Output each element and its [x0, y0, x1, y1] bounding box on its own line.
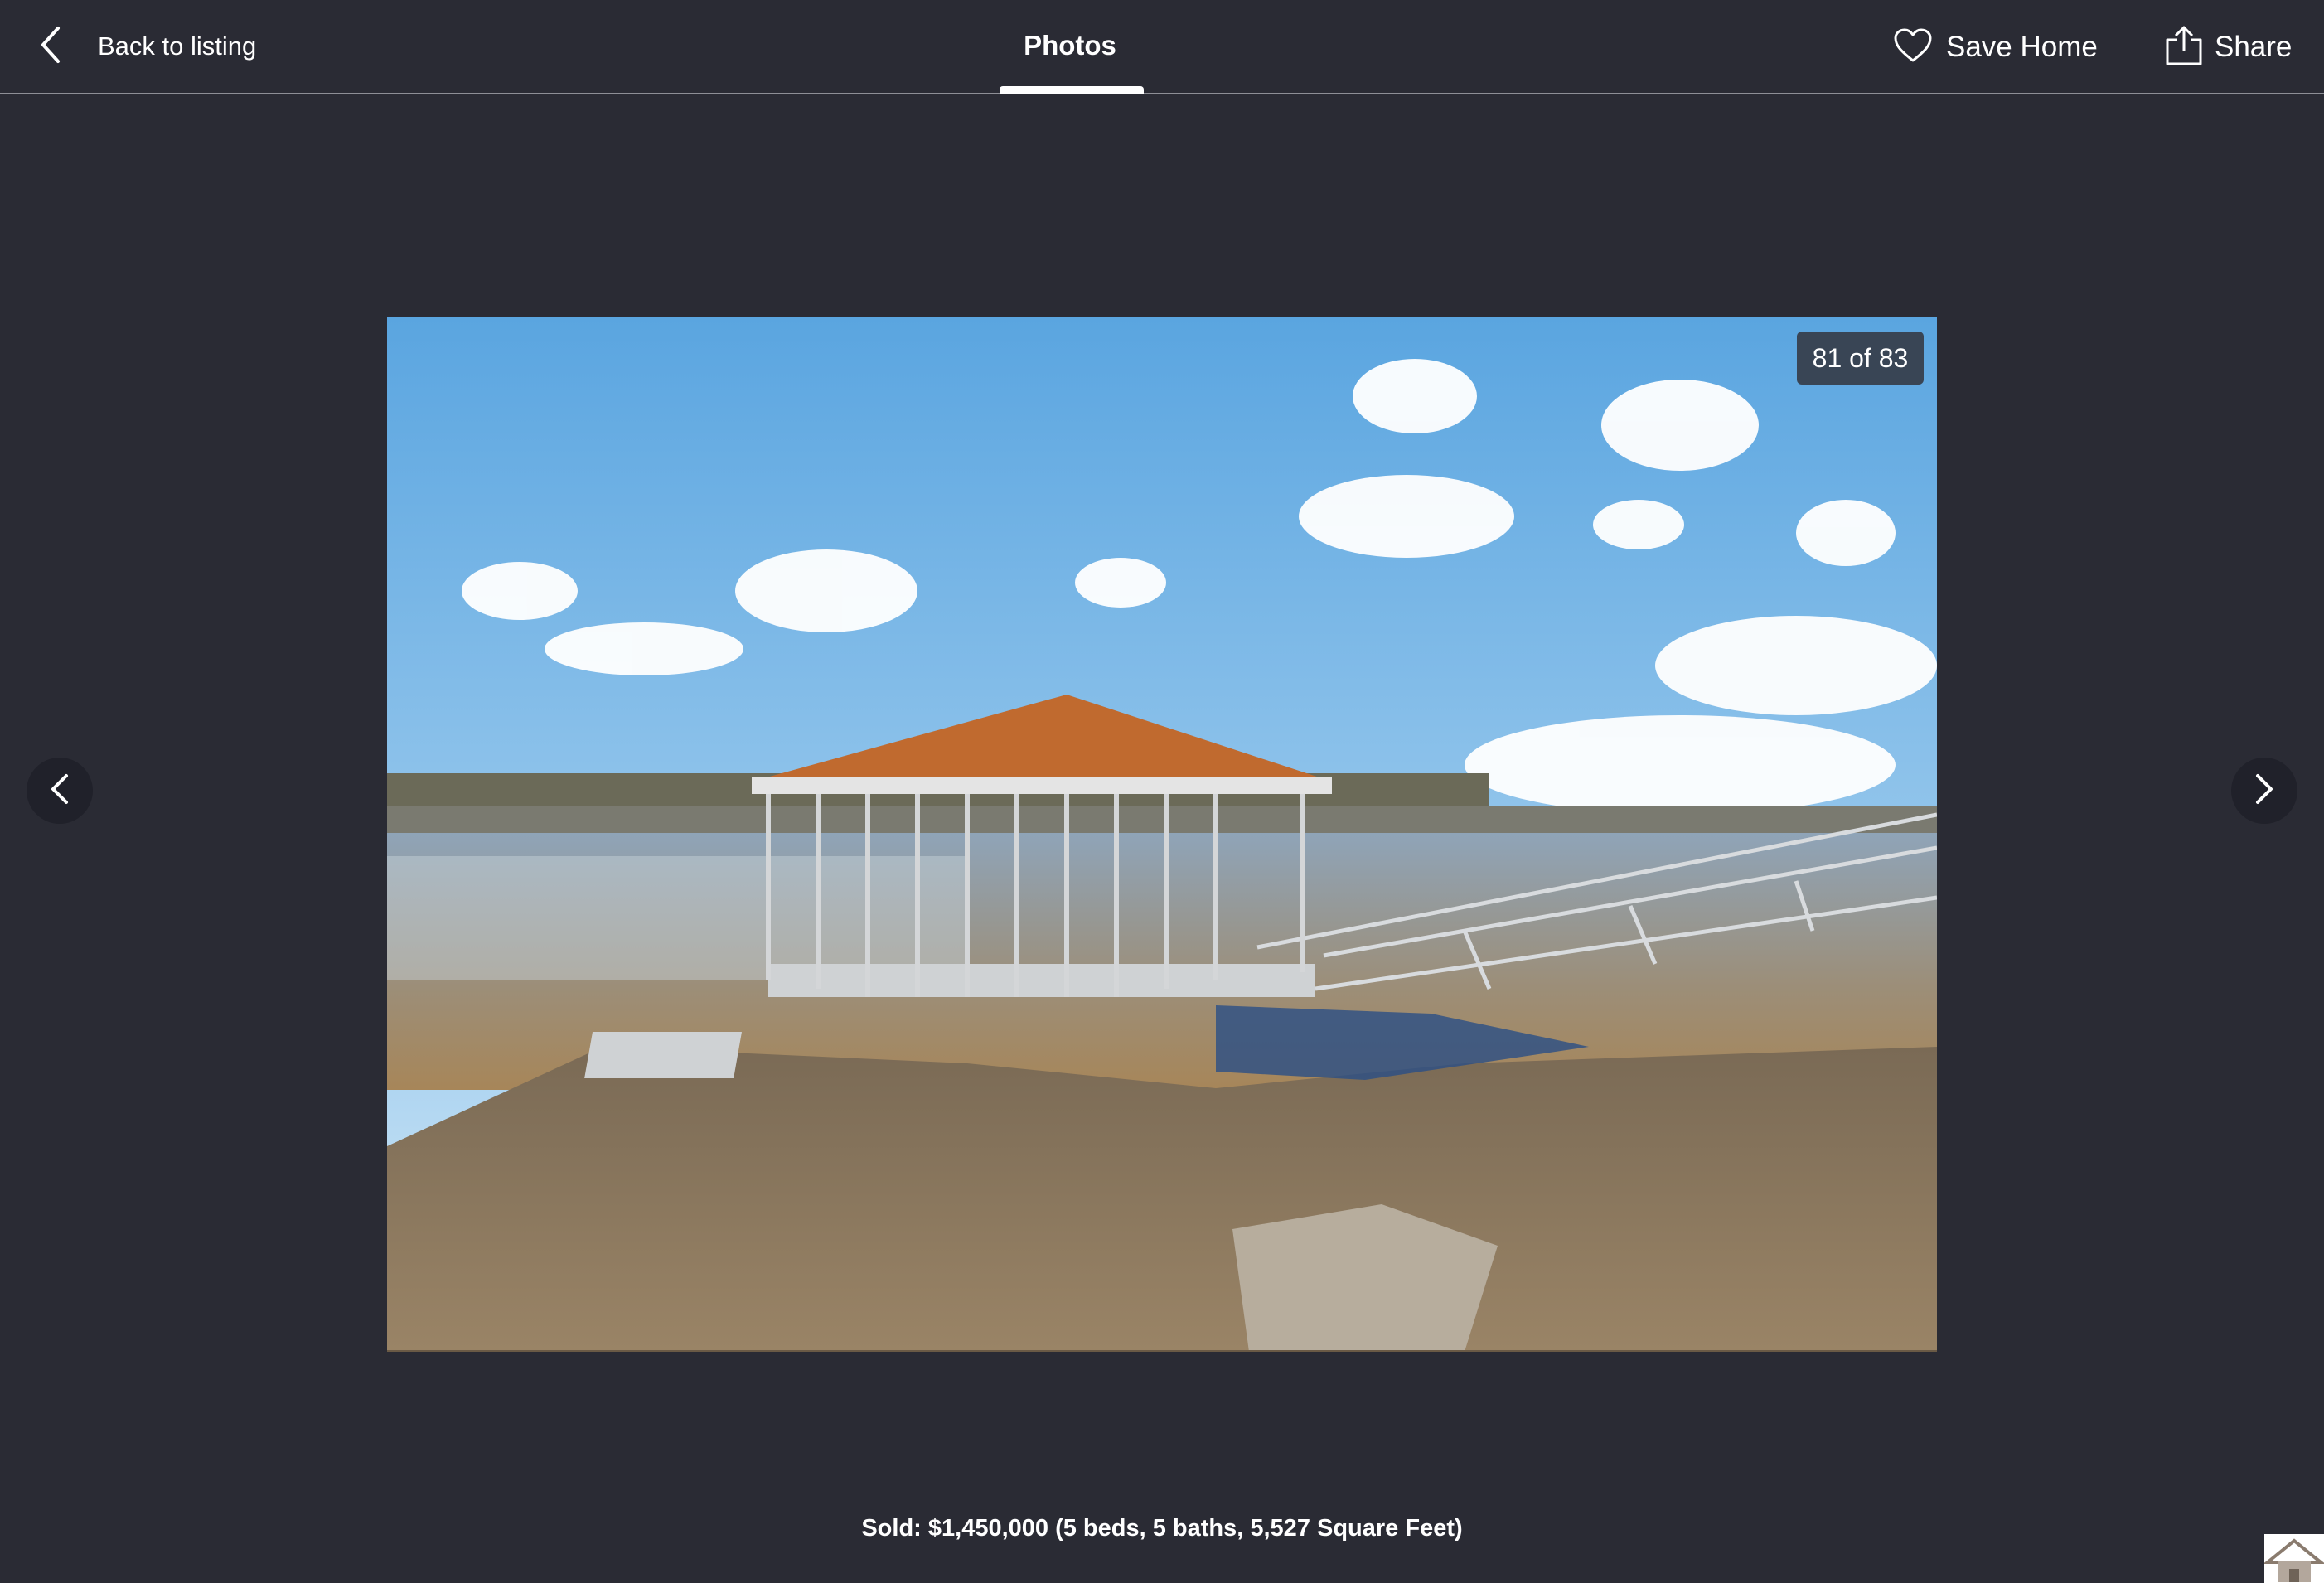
active-tab-indicator [1000, 86, 1144, 94]
listing-photo [387, 317, 1937, 1352]
share-button[interactable]: Share [2165, 23, 2292, 71]
heart-icon [1893, 27, 1933, 68]
previous-photo-button[interactable] [27, 758, 93, 824]
chevron-left-icon [45, 771, 75, 811]
house-logo-icon [2264, 1534, 2324, 1583]
chevron-right-icon [2249, 771, 2279, 811]
listing-caption: Sold: $1,450,000 (5 beds, 5 baths, 5,527… [861, 1515, 1463, 1542]
back-to-listing-label: Back to listing [98, 31, 257, 61]
share-icon [2165, 25, 2203, 70]
next-photo-button[interactable] [2231, 758, 2297, 824]
save-home-button[interactable]: Save Home [1893, 25, 2098, 70]
tab-photos[interactable]: Photos [1000, 30, 1140, 61]
photo-counter: 81 of 83 [1797, 332, 1924, 385]
back-to-listing-button[interactable]: Back to listing [33, 20, 256, 73]
chevron-left-icon [33, 25, 70, 69]
save-home-label: Save Home [1946, 31, 2098, 63]
share-label: Share [2215, 31, 2293, 63]
top-bar: Back to listing Photos Save Home Share [0, 0, 2324, 94]
